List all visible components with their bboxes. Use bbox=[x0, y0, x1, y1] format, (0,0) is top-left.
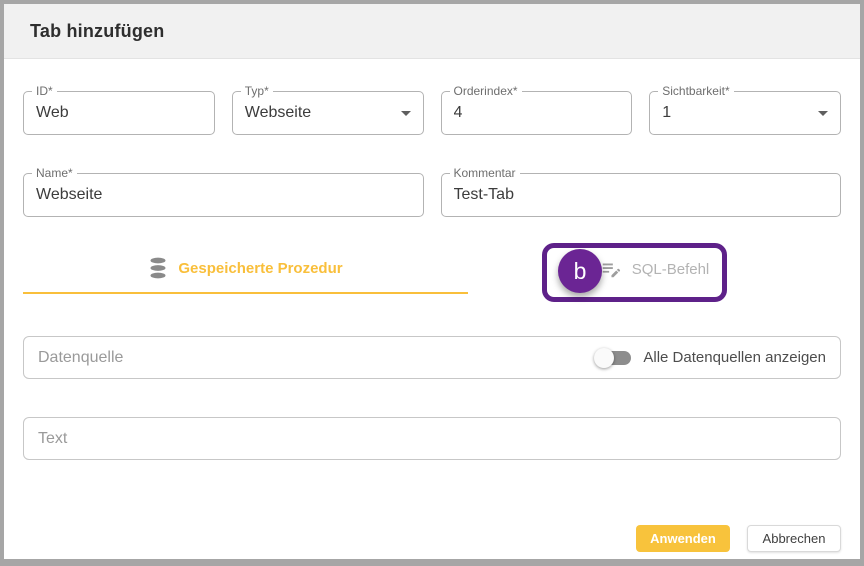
tab-label-gespeicherte-prozedur: Gespeicherte Prozedur bbox=[178, 260, 342, 277]
orderindex-field[interactable]: Orderindex* bbox=[441, 91, 633, 135]
chevron-down-icon[interactable] bbox=[401, 111, 411, 116]
database-icon bbox=[148, 257, 168, 279]
typ-field-label: Typ* bbox=[241, 84, 273, 98]
form-row-2: Name* Kommentar bbox=[23, 173, 841, 217]
datasource-toggle-group: Alle Datenquellen anzeigen bbox=[593, 349, 826, 366]
typ-selected-value: Webseite bbox=[245, 104, 395, 122]
chevron-down-icon[interactable] bbox=[818, 111, 828, 116]
text-field[interactable] bbox=[23, 417, 841, 460]
dialog-title: Tab hinzufügen bbox=[30, 21, 164, 42]
edit-note-icon bbox=[600, 258, 622, 280]
kommentar-field[interactable]: Kommentar bbox=[441, 173, 842, 217]
sichtbarkeit-selected-value: 1 bbox=[662, 104, 812, 122]
apply-button[interactable]: Anwenden bbox=[636, 525, 730, 552]
id-field-label: ID* bbox=[32, 84, 57, 98]
tab-bar: Gespeicherte Prozedur SQL-Befehl b bbox=[23, 244, 841, 296]
id-field[interactable]: ID* bbox=[23, 91, 215, 135]
kommentar-field-label: Kommentar bbox=[450, 166, 520, 180]
kommentar-input[interactable] bbox=[454, 186, 829, 204]
cancel-button[interactable]: Abbrechen bbox=[747, 525, 841, 552]
dialog-header: Tab hinzufügen bbox=[4, 4, 860, 59]
tab-label-sql-befehl: SQL-Befehl bbox=[632, 261, 710, 278]
orderindex-field-label: Orderindex* bbox=[450, 84, 522, 98]
name-field-label: Name* bbox=[32, 166, 77, 180]
typ-select[interactable]: Typ* Webseite bbox=[232, 91, 424, 135]
datenquelle-field[interactable]: Alle Datenquellen anzeigen bbox=[23, 336, 841, 379]
name-input[interactable] bbox=[36, 186, 411, 204]
datenquelle-input[interactable] bbox=[38, 349, 593, 367]
all-datasources-toggle-label: Alle Datenquellen anzeigen bbox=[643, 349, 826, 366]
name-field[interactable]: Name* bbox=[23, 173, 424, 217]
tab-gespeicherte-prozedur[interactable]: Gespeicherte Prozedur bbox=[23, 244, 468, 294]
sichtbarkeit-select[interactable]: Sichtbarkeit* 1 bbox=[649, 91, 841, 135]
dialog-footer: Anwenden Abbrechen bbox=[23, 525, 841, 552]
text-input[interactable] bbox=[38, 430, 826, 448]
add-tab-dialog: Tab hinzufügen ID* Typ* Webseite Orderin… bbox=[0, 0, 864, 566]
tab-sql-befehl[interactable]: SQL-Befehl bbox=[468, 244, 841, 294]
sichtbarkeit-field-label: Sichtbarkeit* bbox=[658, 84, 733, 98]
form-row-1: ID* Typ* Webseite Orderindex* Sichtbarke… bbox=[23, 91, 841, 135]
id-input[interactable] bbox=[36, 104, 202, 122]
orderindex-input[interactable] bbox=[454, 104, 620, 122]
all-datasources-toggle[interactable] bbox=[597, 351, 631, 365]
dialog-body: ID* Typ* Webseite Orderindex* Sichtbarke… bbox=[4, 91, 860, 552]
toggle-thumb[interactable] bbox=[594, 348, 614, 368]
